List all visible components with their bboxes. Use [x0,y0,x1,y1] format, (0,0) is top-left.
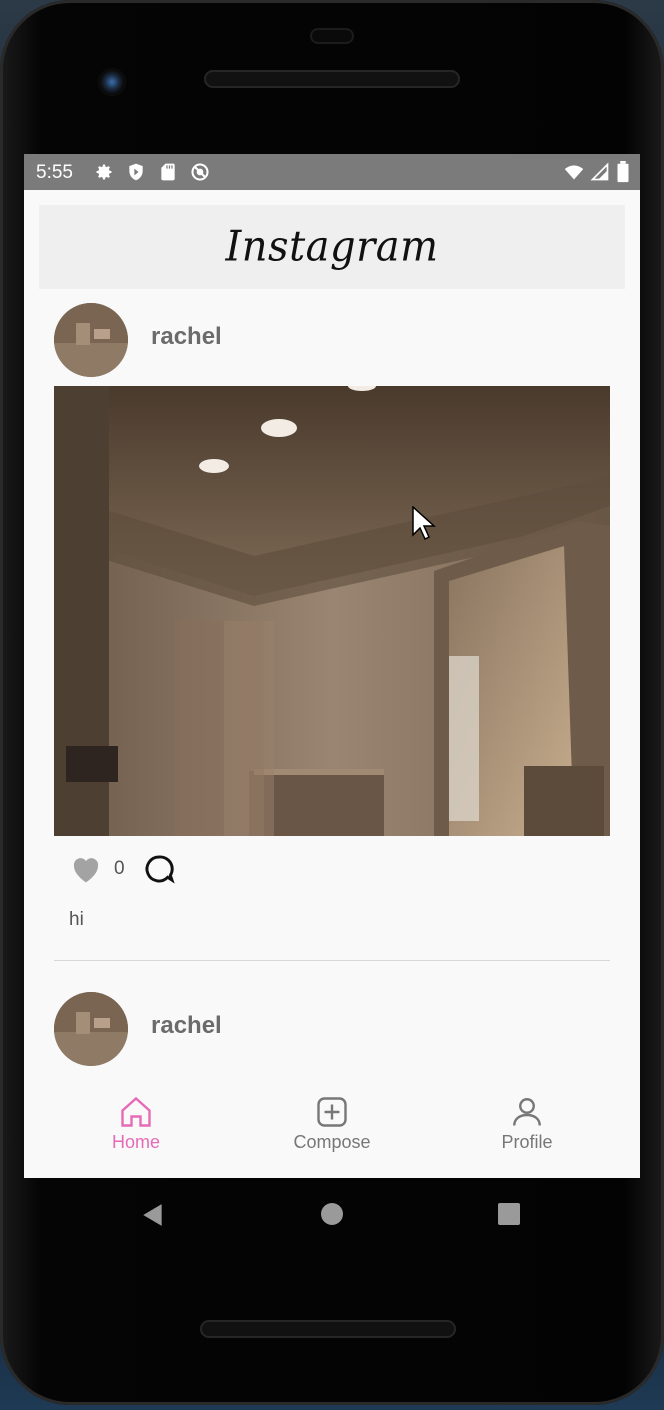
status-bar: 5:55 [24,154,640,190]
recents-button[interactable] [498,1203,520,1225]
comment-icon[interactable] [143,853,175,885]
post-divider [54,960,610,961]
proximity-sensor [310,28,354,44]
nav-profile-label: Profile [501,1132,553,1152]
top-toolbar: Instagram [39,205,625,289]
avatar[interactable] [54,992,128,1066]
status-time: 5:55 [36,162,73,183]
mouse-cursor-icon [412,506,436,541]
earpiece-speaker [204,70,460,88]
like-count: 0 [114,858,125,879]
front-camera [98,68,126,96]
phone-frame: 5:55 Instagram rachel 0 hi rachel Home C… [0,0,664,1405]
post-image[interactable] [54,1075,610,1081]
post-caption: hi [69,909,84,930]
nav-compose[interactable]: Compose [272,1094,392,1153]
home-icon [121,1096,151,1127]
post-header: rachel [54,303,610,383]
do-not-disturb-icon [191,163,209,181]
bottom-navigation: Home Compose Profile [24,1082,640,1178]
post-header: rachel [54,992,610,1072]
bottom-speaker [200,1320,456,1338]
avatar[interactable] [54,303,128,377]
home-button[interactable] [320,1202,344,1226]
heart-icon[interactable] [70,854,102,884]
plus-square-icon [317,1097,347,1127]
signal-icon [590,162,609,181]
app-content: Instagram rachel 0 hi rachel Home Compos… [24,190,640,1178]
nav-home[interactable]: Home [76,1094,196,1153]
post-username[interactable]: rachel [151,323,222,351]
battery-icon [617,161,629,183]
post-card: rachel [54,992,610,1072]
post-card: rachel [54,303,610,930]
shield-icon [129,163,143,181]
phone-screen: 5:55 Instagram rachel 0 hi rachel Home C… [24,154,640,1178]
post-actions: 0 [70,853,175,885]
post-username[interactable]: rachel [151,1012,222,1040]
nav-home-label: Home [111,1132,160,1152]
nav-profile[interactable]: Profile [467,1094,587,1153]
sd-card-icon [161,163,175,181]
nav-compose-label: Compose [293,1132,371,1152]
person-icon [513,1098,541,1126]
settings-icon [96,164,112,180]
instagram-logo: Instagram [225,222,439,272]
wifi-icon [564,165,584,180]
back-button[interactable] [140,1202,166,1228]
post-image[interactable] [54,386,610,836]
